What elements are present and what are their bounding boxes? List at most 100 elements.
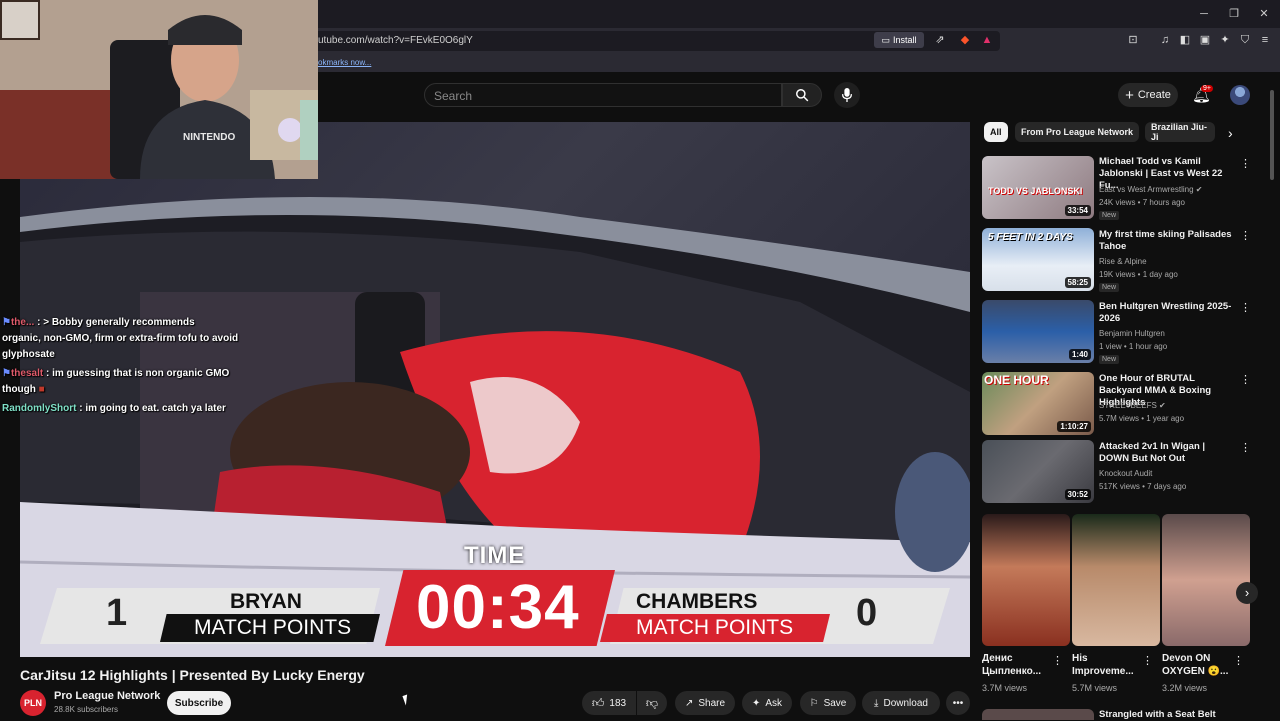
- chevron-right-icon: ›: [1244, 585, 1250, 600]
- rec-title[interactable]: My first time skiing Palisades Tahoe: [1099, 229, 1235, 253]
- search-icon: [796, 89, 809, 102]
- search-input[interactable]: [424, 83, 782, 107]
- shorts-next-button[interactable]: ›: [1236, 582, 1258, 604]
- left-match-points-label: MATCH POINTS: [194, 616, 352, 639]
- like-count: 183: [609, 697, 627, 709]
- chat-text: organic, non-GMO, firm or extra-firm tof…: [2, 333, 239, 344]
- more-vertical-icon[interactable]: ⋮: [1142, 654, 1153, 667]
- save-button[interactable]: ⚐ Save: [800, 691, 856, 715]
- share-page-icon[interactable]: ⇗: [933, 33, 947, 47]
- rec-thumbnail[interactable]: 5 FEET IN 2 DAYS 58:25: [982, 228, 1094, 291]
- subscribe-button[interactable]: Subscribe: [167, 691, 231, 715]
- mouse-cursor: [402, 694, 411, 706]
- vpn-icon[interactable]: ⛉: [1238, 33, 1252, 47]
- create-label: Create: [1137, 89, 1171, 101]
- short-views: 5.7M views: [1072, 683, 1118, 693]
- rec-thumbnail[interactable]: 30:52: [982, 440, 1094, 503]
- ask-label: Ask: [765, 697, 783, 709]
- more-vertical-icon[interactable]: ⋮: [1240, 441, 1251, 454]
- save-label: Save: [823, 697, 847, 709]
- scoreboard-time-label: TIME: [464, 542, 526, 569]
- chat-user: the...: [10, 317, 35, 328]
- rec-stats: 5.7M views • 1 year ago: [1099, 414, 1185, 423]
- more-vertical-icon[interactable]: ⋮: [1240, 157, 1251, 170]
- close-icon[interactable]: ✕: [1256, 6, 1272, 22]
- rec-channel: East vs West Armwrestling ✔: [1099, 185, 1203, 194]
- install-icon: ▭: [881, 34, 890, 45]
- badge-icon: ⚑: [2, 368, 11, 379]
- profile-avatar[interactable]: [1230, 85, 1250, 105]
- like-button[interactable]: 👍︎ 183: [582, 691, 636, 715]
- download-button[interactable]: ⤓ Download: [862, 691, 940, 715]
- chat-message: ⚑thesalt : im guessing that is non organ…: [2, 367, 229, 380]
- short-views: 3.2M views: [1162, 683, 1208, 693]
- dislike-button[interactable]: 👎︎: [637, 691, 667, 715]
- rec-channel: Rise & Alpine: [1099, 257, 1147, 266]
- chat-message: organic, non-GMO, firm or extra-firm tof…: [2, 332, 238, 345]
- more-vertical-icon[interactable]: ⋮: [1240, 301, 1251, 314]
- chat-user: thesalt: [10, 368, 44, 379]
- download-label: Download: [883, 697, 928, 709]
- short-thumbnail[interactable]: [1162, 514, 1250, 646]
- short-thumbnail[interactable]: [1072, 514, 1160, 646]
- thumbs-up-icon: 👍︎: [591, 695, 605, 710]
- rec-title[interactable]: Strangled with a Seat Belt: [1099, 709, 1235, 721]
- chip-all[interactable]: All: [984, 122, 1008, 142]
- rec-title[interactable]: Ben Hultgren Wrestling 2025-2026: [1099, 301, 1235, 325]
- create-button[interactable]: + Create: [1118, 83, 1178, 107]
- more-vertical-icon[interactable]: ⋮: [1240, 229, 1251, 242]
- chat-text: though: [2, 384, 36, 395]
- search-button[interactable]: [782, 83, 822, 107]
- more-vertical-icon[interactable]: ⋮: [1052, 654, 1063, 667]
- brave-shield-icon[interactable]: ◆: [958, 33, 972, 47]
- import-bookmarks-link[interactable]: okmarks now...: [318, 58, 371, 67]
- thumb-overlay-text: 5 FEET IN 2 DAYS: [988, 232, 1073, 243]
- short-thumbnail[interactable]: [982, 514, 1070, 646]
- chip-bjj[interactable]: Brazilian Jiu-Ji: [1145, 122, 1215, 142]
- short-title[interactable]: His Improveme...: [1072, 652, 1142, 678]
- scrollbar[interactable]: [1270, 90, 1274, 180]
- sidebar-icon[interactable]: ◧: [1178, 33, 1192, 47]
- duration-badge: 33:54: [1064, 205, 1091, 216]
- rec-thumbnail[interactable]: 1:40: [982, 300, 1094, 363]
- restore-icon[interactable]: ❐: [1226, 6, 1242, 22]
- menu-icon[interactable]: ≡: [1258, 33, 1272, 47]
- minimize-icon[interactable]: ─: [1196, 6, 1212, 22]
- more-vertical-icon[interactable]: ⋮: [1233, 654, 1244, 667]
- channel-name[interactable]: Pro League Network: [54, 690, 160, 702]
- chip-from-channel[interactable]: From Pro League Network: [1015, 122, 1140, 142]
- video-title: CarJitsu 12 Highlights | Presented By Lu…: [20, 667, 365, 683]
- rec-thumbnail[interactable]: [982, 709, 1094, 720]
- voice-search-button[interactable]: [834, 82, 860, 108]
- more-actions-button[interactable]: •••: [946, 691, 970, 715]
- screenshot-icon[interactable]: ⊡: [1126, 33, 1140, 47]
- right-fighter-name: CHAMBERS: [636, 590, 758, 613]
- rec-title[interactable]: Attacked 2v1 In Wigan | DOWN But Not Out: [1099, 441, 1235, 465]
- chevron-right-icon[interactable]: ›: [1228, 125, 1233, 141]
- short-views: 3.7M views: [982, 683, 1028, 693]
- badge-icon: ⚑: [2, 317, 11, 328]
- chat-text: : im guessing that is non organic GMO: [45, 368, 230, 379]
- leo-ai-icon[interactable]: ✦: [1218, 33, 1232, 47]
- rec-channel: Knockout Audit: [1099, 469, 1153, 478]
- rec-channel: STREETBEEFS ✔: [1099, 401, 1166, 410]
- ask-button[interactable]: ✦ Ask: [742, 691, 792, 715]
- more-vertical-icon[interactable]: ⋮: [1240, 373, 1251, 386]
- svg-text:NINTENDO: NINTENDO: [183, 132, 235, 143]
- duration-badge: 58:25: [1064, 277, 1091, 288]
- rec-thumbnail[interactable]: TODD VS JABLONSKI 33:54: [982, 156, 1094, 219]
- rec-stats: 1 view • 1 hour ago: [1099, 342, 1168, 351]
- media-icon[interactable]: ♫: [1158, 33, 1172, 47]
- channel-avatar[interactable]: PLN: [20, 690, 46, 716]
- brave-rewards-icon[interactable]: ▲: [980, 33, 994, 47]
- rec-thumbnail[interactable]: ONE HOUR 1:10:27: [982, 372, 1094, 435]
- install-button[interactable]: ▭ Install: [874, 32, 924, 48]
- short-title[interactable]: Денис Цыпленко...: [982, 652, 1052, 678]
- short-title[interactable]: Devon ON OXYGEN 😮...: [1162, 652, 1232, 678]
- bookmark-icon: ⚐: [809, 697, 819, 709]
- webcam-frame: NINTENDO: [0, 0, 318, 179]
- wallet-icon[interactable]: ▣: [1198, 33, 1212, 47]
- share-button[interactable]: ↗ Share: [675, 691, 735, 715]
- chat-text: : im going to eat. catch ya later: [79, 403, 226, 414]
- search-placeholder: Search: [434, 89, 473, 103]
